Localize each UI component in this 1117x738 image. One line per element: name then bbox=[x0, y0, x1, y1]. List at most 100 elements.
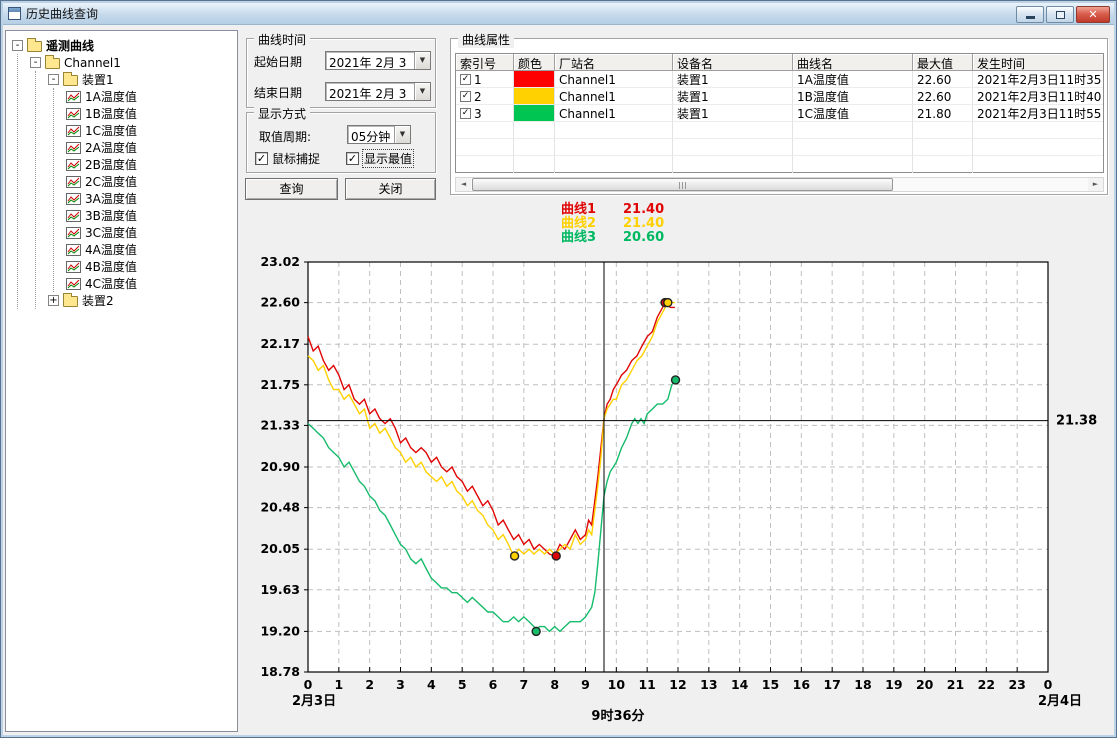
collapse-icon[interactable]: - bbox=[48, 74, 59, 85]
svg-text:13: 13 bbox=[700, 677, 717, 692]
curve-time-group: 曲线时间 起始日期 2021年 2月 3 ▼ 结束日期 2021年 2月 3 ▼ bbox=[246, 38, 436, 108]
checkbox-check-icon[interactable]: ✓ bbox=[255, 152, 268, 165]
tree-leaf-4c[interactable]: 4C温度值 bbox=[66, 275, 235, 292]
period-select[interactable]: 05分钟 ▼ bbox=[347, 125, 411, 144]
tree-leaf-1b[interactable]: 1B温度值 bbox=[66, 105, 235, 122]
col-header-curve[interactable]: 曲线名 bbox=[793, 54, 913, 71]
color-swatch bbox=[514, 88, 554, 104]
display-mode-group: 显示方式 取值周期: 05分钟 ▼ ✓ 鼠标捕捉 ✓ 显示最值 bbox=[246, 112, 436, 173]
tree-leaf-3c[interactable]: 3C温度值 bbox=[66, 224, 235, 241]
tree-node-device2[interactable]: + 装置2 bbox=[48, 292, 235, 309]
tree-leaf-2c[interactable]: 2C温度值 bbox=[66, 173, 235, 190]
close-dialog-button[interactable]: 关闭 bbox=[345, 178, 436, 200]
svg-text:16: 16 bbox=[793, 677, 811, 692]
curve-table[interactable]: 索引号 颜色 厂站名 设备名 曲线名 最大值 发生时间 ✓1 Channel1 … bbox=[455, 53, 1104, 173]
col-header-color[interactable]: 颜色 bbox=[514, 54, 555, 71]
checkbox-check-icon[interactable]: ✓ bbox=[346, 152, 359, 165]
col-header-station[interactable]: 厂站名 bbox=[555, 54, 673, 71]
show-extreme-label: 显示最值 bbox=[363, 150, 413, 167]
tree-leaf-4b[interactable]: 4B温度值 bbox=[66, 258, 235, 275]
device-cell: 装置1 bbox=[673, 88, 793, 105]
tree-node-root[interactable]: - 遥测曲线 bbox=[12, 37, 235, 54]
chevron-down-icon[interactable]: ▼ bbox=[394, 126, 410, 143]
table-empty-row bbox=[456, 122, 1103, 139]
collapse-icon[interactable]: - bbox=[12, 40, 23, 51]
svg-text:0: 0 bbox=[304, 677, 313, 692]
svg-text:10: 10 bbox=[608, 677, 626, 692]
scroll-right-icon[interactable]: ► bbox=[1088, 178, 1103, 191]
curve-icon bbox=[66, 210, 81, 222]
svg-text:18.78: 18.78 bbox=[260, 664, 300, 679]
tree-leaf-3b[interactable]: 3B温度值 bbox=[66, 207, 235, 224]
scrollbar-grip-icon bbox=[679, 182, 687, 189]
tree-leaf-4a[interactable]: 4A温度值 bbox=[66, 241, 235, 258]
history-curve-chart[interactable]: 23.0222.6022.1721.7521.3320.9020.4820.05… bbox=[240, 226, 1112, 731]
table-row[interactable]: ✓3 Channel1 装置1 1C温度值 21.80 2021年2月3日11时… bbox=[456, 105, 1103, 122]
svg-text:9: 9 bbox=[581, 677, 590, 692]
row-checkbox[interactable]: ✓ bbox=[460, 74, 471, 85]
curve-icon bbox=[66, 91, 81, 103]
start-date-picker[interactable]: 2021年 2月 3 ▼ bbox=[325, 51, 431, 70]
svg-text:3: 3 bbox=[396, 677, 405, 692]
tree-leaf-1a[interactable]: 1A温度值 bbox=[66, 88, 235, 105]
period-label: 取值周期: bbox=[259, 128, 311, 145]
svg-text:22.17: 22.17 bbox=[260, 336, 300, 351]
show-extreme-checkbox[interactable]: ✓ 显示最值 bbox=[346, 151, 413, 166]
svg-text:20.90: 20.90 bbox=[260, 459, 300, 474]
col-header-index[interactable]: 索引号 bbox=[456, 54, 514, 71]
tree-leaf-2b[interactable]: 2B温度值 bbox=[66, 156, 235, 173]
minimize-button[interactable] bbox=[1016, 6, 1044, 23]
restore-button[interactable] bbox=[1046, 6, 1074, 23]
scrollbar-thumb[interactable] bbox=[472, 178, 893, 191]
end-date-label: 结束日期 bbox=[254, 84, 302, 101]
row-checkbox[interactable]: ✓ bbox=[460, 108, 471, 119]
station-cell: Channel1 bbox=[555, 105, 673, 122]
close-button[interactable]: ✕ bbox=[1076, 6, 1110, 23]
curve-icon bbox=[66, 261, 81, 273]
max-cell: 21.80 bbox=[913, 105, 973, 122]
table-row[interactable]: ✓2 Channel1 装置1 1B温度值 22.60 2021年2月3日11时… bbox=[456, 88, 1103, 105]
title-bar[interactable]: 历史曲线查询 ✕ bbox=[3, 3, 1114, 25]
svg-text:7: 7 bbox=[519, 677, 528, 692]
tree-leaf-3a[interactable]: 3A温度值 bbox=[66, 190, 235, 207]
chevron-down-icon[interactable]: ▼ bbox=[414, 52, 430, 69]
tree-node-channel1[interactable]: - Channel1 bbox=[30, 54, 235, 71]
tree-leaf-label: 1A温度值 bbox=[85, 88, 137, 105]
row-index: 2 bbox=[474, 90, 482, 104]
chevron-down-icon[interactable]: ▼ bbox=[414, 83, 430, 100]
svg-text:20.48: 20.48 bbox=[260, 500, 300, 515]
mouse-capture-checkbox[interactable]: ✓ 鼠标捕捉 bbox=[255, 151, 320, 166]
query-button[interactable]: 查询 bbox=[245, 178, 338, 200]
expand-icon[interactable]: + bbox=[48, 295, 59, 306]
folder-icon bbox=[63, 296, 78, 307]
collapse-icon[interactable]: - bbox=[30, 57, 41, 68]
svg-text:12: 12 bbox=[669, 677, 686, 692]
curve-icon bbox=[66, 278, 81, 290]
col-header-max[interactable]: 最大值 bbox=[913, 54, 973, 71]
curve-icon bbox=[66, 244, 81, 256]
table-row[interactable]: ✓1 Channel1 装置1 1A温度值 22.60 2021年2月3日11时… bbox=[456, 71, 1103, 88]
scroll-left-icon[interactable]: ◄ bbox=[456, 178, 471, 191]
tree-node-device1[interactable]: - 装置1 bbox=[48, 71, 235, 88]
curve-tree-panel[interactable]: - 遥测曲线 - Channel1 - 装置1 bbox=[5, 30, 238, 732]
tree-leaf-2a[interactable]: 2A温度值 bbox=[66, 139, 235, 156]
folder-icon bbox=[45, 58, 60, 69]
curve-icon bbox=[66, 176, 81, 188]
tree-leaf-label: 2C温度值 bbox=[85, 173, 137, 190]
app-icon bbox=[8, 7, 21, 20]
table-hscrollbar[interactable]: ◄ ► bbox=[455, 177, 1104, 192]
row-checkbox[interactable]: ✓ bbox=[460, 91, 471, 102]
curve-icon bbox=[66, 193, 81, 205]
col-header-time[interactable]: 发生时间 bbox=[973, 54, 1103, 71]
svg-text:19.63: 19.63 bbox=[260, 582, 300, 597]
mouse-capture-label: 鼠标捕捉 bbox=[272, 150, 320, 167]
svg-text:22.60: 22.60 bbox=[260, 295, 300, 310]
tree-leaf-1c[interactable]: 1C温度值 bbox=[66, 122, 235, 139]
curve-icon bbox=[66, 227, 81, 239]
tree-leaf-label: 3B温度值 bbox=[85, 207, 137, 224]
col-header-device[interactable]: 设备名 bbox=[673, 54, 793, 71]
max-cell: 22.60 bbox=[913, 71, 973, 88]
tree-leaf-label: 2A温度值 bbox=[85, 139, 137, 156]
svg-text:2月4日: 2月4日 bbox=[1038, 694, 1082, 709]
end-date-picker[interactable]: 2021年 2月 3 ▼ bbox=[325, 82, 431, 101]
